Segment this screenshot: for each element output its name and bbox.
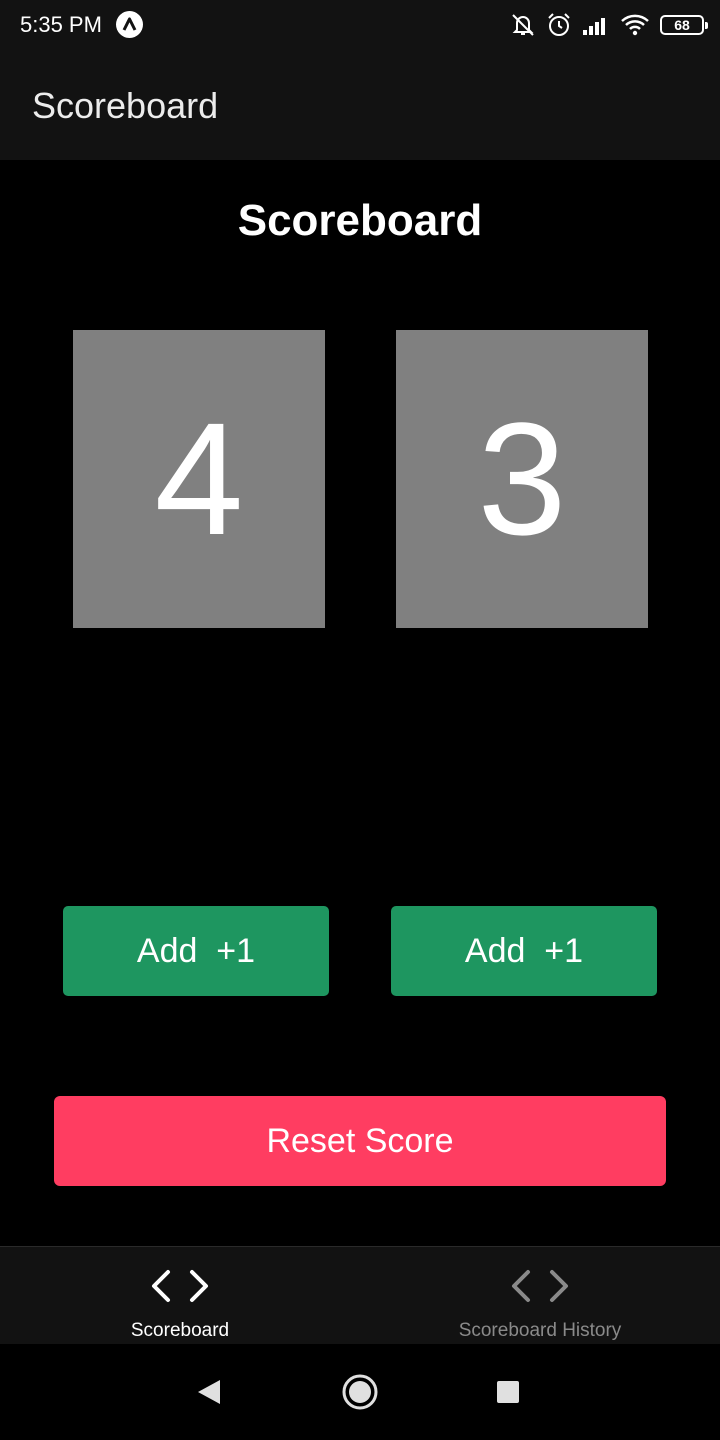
tab-scoreboard-history-label: Scoreboard History (458, 1320, 622, 1341)
battery-icon: 68 (660, 15, 708, 35)
system-nav-bar (0, 1344, 720, 1440)
status-icons: 68 (510, 10, 708, 40)
tab-scoreboard[interactable]: Scoreboard (0, 1247, 360, 1345)
reset-score-button[interactable]: Reset Score (54, 1096, 666, 1186)
tab-scoreboard-history[interactable]: Scoreboard History (360, 1247, 720, 1345)
signal-icon (582, 14, 610, 36)
recents-icon[interactable] (488, 1372, 528, 1412)
app-bar-title: Scoreboard (32, 85, 219, 126)
score-value-team-2: 3 (477, 389, 567, 568)
back-icon[interactable] (188, 1372, 228, 1412)
alarm-icon (546, 12, 572, 38)
score-value-team-1: 4 (154, 389, 244, 568)
add-one-button-team-2[interactable]: Add +1 (391, 906, 657, 996)
add-one-button-team-1[interactable]: Add +1 (63, 906, 329, 996)
score-box-team-2: 3 (396, 330, 648, 628)
wifi-icon (620, 13, 650, 37)
code-icon (508, 1267, 572, 1305)
app-notification-icon (116, 11, 143, 38)
mute-icon (510, 12, 536, 38)
status-time: 5:35 PM (20, 12, 102, 37)
app-bar: Scoreboard (0, 50, 720, 160)
code-icon (148, 1267, 212, 1305)
home-icon[interactable] (340, 1372, 380, 1412)
battery-level: 68 (674, 17, 690, 33)
page-title: Scoreboard (237, 196, 483, 245)
status-bar: 5:35 PM 68 (0, 0, 720, 50)
bottom-tab-bar: Scoreboard Scoreboard History (0, 1246, 720, 1344)
score-box-team-1: 4 (73, 330, 325, 628)
tab-scoreboard-label: Scoreboard (130, 1320, 230, 1341)
